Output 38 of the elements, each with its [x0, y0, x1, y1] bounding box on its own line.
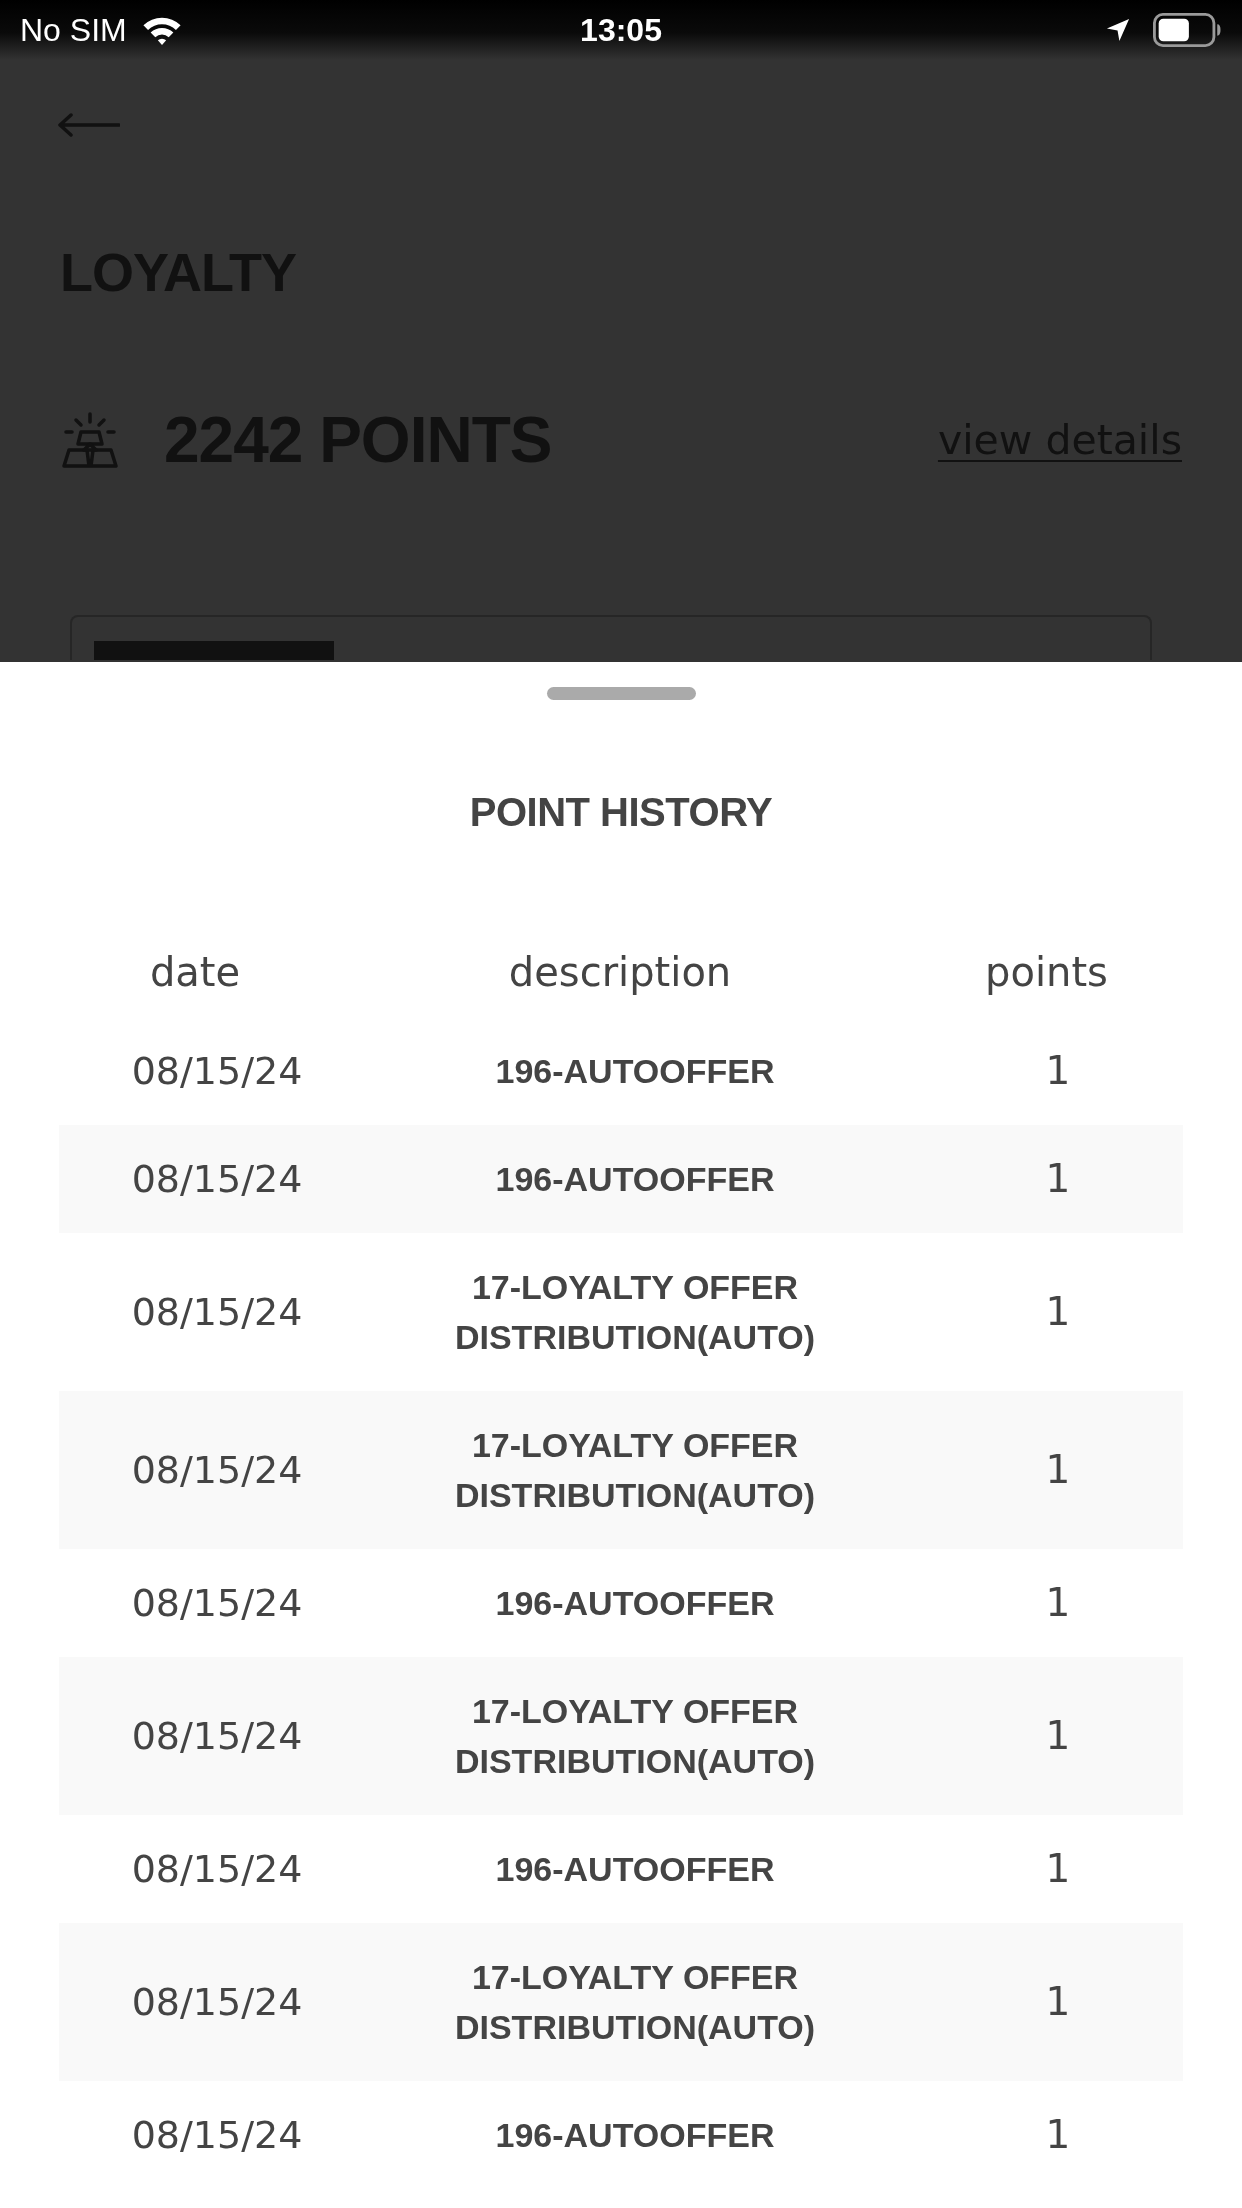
description-cell-text: 196-AUTOOFFER — [495, 1159, 775, 1200]
carrier-label: No SIM — [20, 11, 127, 49]
points-cell-text: 1 — [1045, 1047, 1071, 1095]
column-header: description — [508, 948, 732, 997]
description-cell-text: 196-AUTOOFFER — [495, 1583, 775, 1624]
points-cell-text: 1 — [1045, 1155, 1071, 1203]
points-cell-text: 1 — [1045, 1978, 1071, 2026]
battery-icon — [1152, 13, 1222, 47]
description-cell-text: 17-LOYALTY OFFER DISTRIBUTION(AUTO) — [453, 1425, 817, 1516]
sheet-title: POINT HISTORY — [469, 789, 773, 836]
date-cell-text: 08/15/24 — [131, 1447, 303, 1494]
column-header: points — [985, 948, 1108, 997]
column-header: date — [149, 948, 241, 997]
description-cell-text: 196-AUTOOFFER — [495, 1051, 775, 1092]
location-arrow-icon — [1106, 18, 1130, 42]
date-cell-text: 08/15/24 — [131, 1289, 303, 1336]
date-cell-text: 08/15/24 — [131, 1713, 303, 1760]
points-cell-text: 1 — [1045, 1579, 1071, 1627]
date-cell-text: 08/15/24 — [131, 1048, 303, 1095]
ingot-stack-icon — [60, 412, 120, 468]
points-cell-text: 1 — [1045, 1845, 1071, 1893]
points-cell-text: 1 — [1045, 1712, 1071, 1760]
date-cell-text: 08/15/24 — [131, 1156, 303, 1203]
points-cell-text: 1 — [1045, 1288, 1071, 1336]
back-arrow-icon — [58, 113, 120, 137]
points-cell-text: 1 — [1045, 2111, 1071, 2159]
description-cell-text: 196-AUTOOFFER — [495, 2115, 775, 2156]
date-cell-text: 08/15/24 — [131, 1979, 303, 2026]
description-cell-text: 196-AUTOOFFER — [495, 1849, 775, 1890]
description-cell-text: 17-LOYALTY OFFER DISTRIBUTION(AUTO) — [453, 1957, 817, 2048]
drag-handle[interactable] — [546, 687, 696, 700]
time-label: 13:05 — [580, 11, 662, 49]
description-cell-text: 17-LOYALTY OFFER DISTRIBUTION(AUTO) — [453, 1691, 817, 1782]
points-cell-text: 1 — [1045, 1446, 1071, 1494]
date-cell-text: 08/15/24 — [131, 1580, 303, 1627]
description-cell-text: 17-LOYALTY OFFER DISTRIBUTION(AUTO) — [453, 1267, 817, 1358]
date-cell-text: 08/15/24 — [131, 2112, 303, 2159]
date-cell-text: 08/15/24 — [131, 1846, 303, 1893]
